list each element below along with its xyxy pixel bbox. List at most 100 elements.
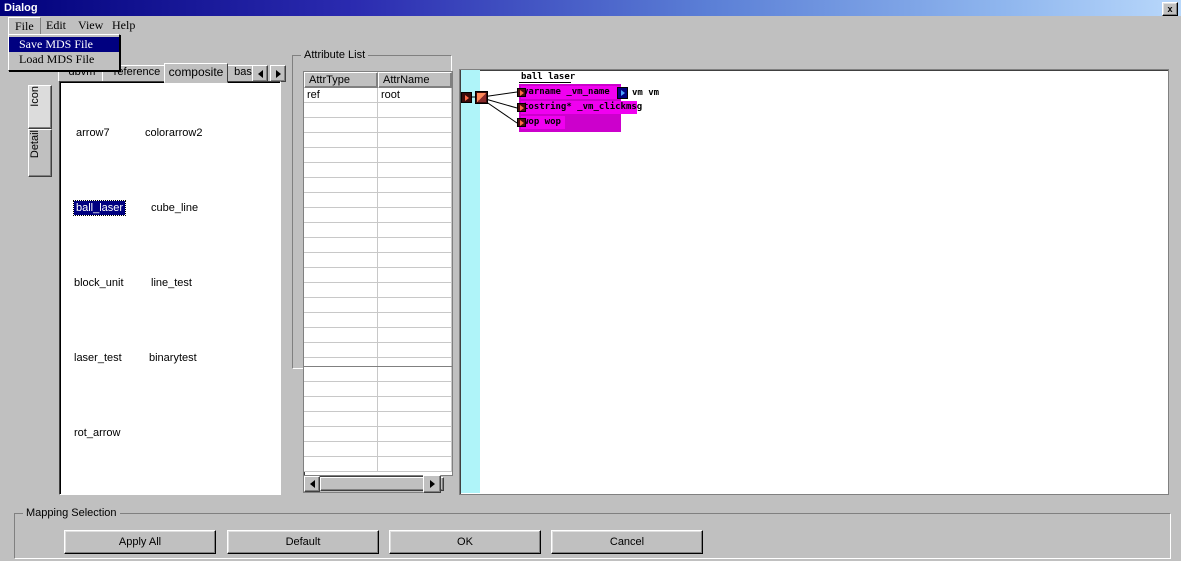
menu-view[interactable]: View: [72, 17, 109, 33]
cell-empty: [304, 427, 378, 442]
list-item-line-test[interactable]: line_test: [151, 277, 192, 289]
table-row-empty[interactable]: [304, 343, 452, 358]
cell-empty: [378, 412, 452, 427]
table-row-empty[interactable]: [304, 367, 452, 382]
list-item-rot-arrow[interactable]: rot_arrow: [74, 427, 120, 439]
table-row-empty[interactable]: [304, 397, 452, 412]
input-port-0[interactable]: [517, 88, 526, 97]
table-row-empty[interactable]: [304, 238, 452, 253]
table-row-empty[interactable]: [304, 298, 452, 313]
cell-empty: [304, 397, 378, 412]
cell-attrtype: ref: [304, 88, 378, 103]
cancel-button[interactable]: Cancel: [551, 530, 703, 554]
table-row-empty[interactable]: [304, 328, 452, 343]
source-node-icon[interactable]: [475, 91, 488, 104]
scrollbar-track[interactable]: [320, 477, 444, 491]
node-row-1-text: tostring* _vm_clickmsg: [523, 102, 643, 112]
ok-button[interactable]: OK: [389, 530, 541, 554]
scroll-right-button[interactable]: [423, 475, 441, 493]
node-row-tostring[interactable]: tostring* _vm_clickmsg: [521, 101, 642, 114]
table-row-empty[interactable]: [304, 427, 452, 442]
cell-empty: [304, 178, 378, 193]
input-port-2[interactable]: [517, 118, 526, 127]
mapping-selection-legend: Mapping Selection: [23, 507, 120, 519]
attribute-list-legend: Attribute List: [301, 49, 369, 61]
list-item-binarytest[interactable]: binarytest: [149, 352, 197, 364]
file-menu-dropdown: Save MDS File Load MDS File: [8, 34, 120, 71]
tab-composite[interactable]: composite: [164, 63, 228, 83]
attribute-table-header: AttrType AttrName: [304, 72, 452, 88]
tab-scroll-left-button[interactable]: [252, 65, 268, 82]
cell-empty: [304, 163, 378, 178]
cell-empty: [304, 238, 378, 253]
cell-empty: [378, 118, 452, 133]
table-row-empty[interactable]: [304, 442, 452, 457]
table-row-empty[interactable]: [304, 178, 452, 193]
attribute-empty-rows-bottom: [304, 367, 452, 472]
table-row-empty[interactable]: [304, 148, 452, 163]
source-port-icon[interactable]: [461, 92, 472, 103]
menu-item-save-mds-file[interactable]: Save MDS File: [9, 37, 119, 52]
node-row-wop[interactable]: wop wop: [521, 116, 565, 129]
table-row-empty[interactable]: [304, 223, 452, 238]
cell-attrname: root: [378, 88, 452, 103]
cell-empty: [378, 223, 452, 238]
diagram-canvas[interactable]: ball laser varname _vm_name tostring* _v…: [459, 69, 1169, 495]
list-item-cube-line[interactable]: cube_line: [151, 202, 198, 214]
table-row-empty[interactable]: [304, 412, 452, 427]
icon-list-panel[interactable]: arrow7 colorarrow2 ball_laser cube_line …: [59, 81, 281, 495]
menu-file[interactable]: File: [8, 17, 41, 35]
default-button[interactable]: Default: [227, 530, 379, 554]
column-header-attrname[interactable]: AttrName: [378, 72, 452, 88]
vtab-detail[interactable]: Detail: [28, 129, 52, 177]
menu-help[interactable]: Help: [106, 17, 141, 33]
table-row-empty[interactable]: [304, 382, 452, 397]
cell-empty: [378, 367, 452, 382]
menu-edit[interactable]: Edit: [40, 17, 72, 33]
cell-empty: [378, 133, 452, 148]
tab-scroll-right-button[interactable]: [270, 65, 286, 82]
list-item-laser-test[interactable]: laser_test: [74, 352, 122, 364]
table-row-empty[interactable]: [304, 133, 452, 148]
table-row-empty[interactable]: [304, 163, 452, 178]
input-port-1[interactable]: [517, 103, 526, 112]
table-row-empty[interactable]: [304, 193, 452, 208]
arrow-right-icon: [519, 119, 524, 126]
apply-all-button[interactable]: Apply All: [64, 530, 216, 554]
output-port[interactable]: [617, 87, 628, 99]
list-item-block-unit[interactable]: block_unit: [74, 277, 124, 289]
cell-empty: [304, 457, 378, 472]
list-item-ball-laser[interactable]: ball_laser: [72, 200, 127, 216]
attribute-table[interactable]: AttrType AttrName ref root: [303, 71, 453, 368]
menu-bar: File Edit View Help: [0, 17, 1181, 35]
chevron-right-icon: [275, 69, 281, 78]
cell-empty: [378, 178, 452, 193]
table-row-empty[interactable]: [304, 118, 452, 133]
table-row[interactable]: ref root: [304, 88, 452, 103]
menu-item-load-mds-file[interactable]: Load MDS File: [9, 52, 119, 67]
table-row-empty[interactable]: [304, 457, 452, 472]
table-row-empty[interactable]: [304, 253, 452, 268]
node-title: ball laser: [521, 72, 576, 82]
vtab-icon[interactable]: Icon: [28, 85, 52, 129]
cell-empty: [304, 223, 378, 238]
chevron-left-icon: [309, 480, 315, 488]
attribute-table-overflow[interactable]: [303, 366, 453, 476]
column-header-attrtype[interactable]: AttrType: [304, 72, 378, 88]
table-row-empty[interactable]: [304, 283, 452, 298]
scroll-left-button[interactable]: [304, 476, 320, 492]
close-icon[interactable]: x: [1162, 2, 1178, 16]
node-row-varname[interactable]: varname _vm_name: [521, 86, 621, 99]
table-row-empty[interactable]: [304, 313, 452, 328]
list-item-colorarrow2[interactable]: colorarrow2: [145, 127, 202, 139]
table-row-empty[interactable]: [304, 268, 452, 283]
attribute-horizontal-scrollbar[interactable]: [303, 475, 444, 493]
arrow-right-icon: [620, 90, 625, 96]
cell-empty: [378, 148, 452, 163]
list-item-arrow7[interactable]: arrow7: [76, 127, 110, 139]
vtab-icon-label: Icon: [29, 86, 41, 107]
cell-empty: [378, 313, 452, 328]
table-row-empty[interactable]: [304, 103, 452, 118]
table-row-empty[interactable]: [304, 208, 452, 223]
cell-empty: [304, 148, 378, 163]
